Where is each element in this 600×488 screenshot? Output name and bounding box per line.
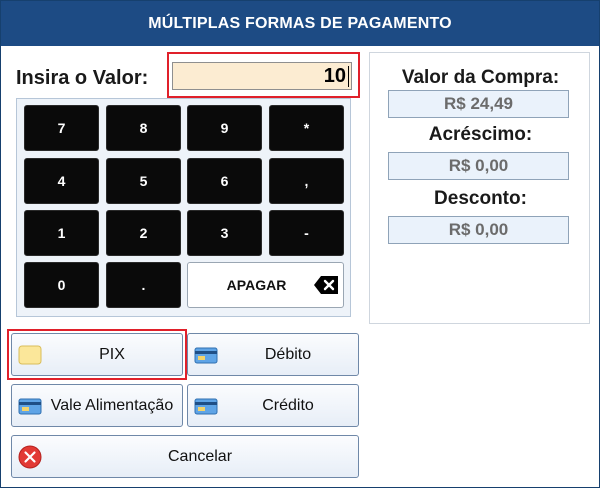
credit-label: Crédito [262, 396, 314, 414]
debit-label: Débito [264, 345, 312, 363]
key-1[interactable]: 1 [24, 210, 99, 256]
key-6[interactable]: 6 [187, 158, 262, 204]
apagar-label: APAGAR [226, 277, 287, 293]
card-icon [194, 347, 218, 363]
discount-label: Desconto: [434, 188, 527, 209]
dialog-title-bar: MÚLTIPLAS FORMAS DE PAGAMENTO [1, 1, 599, 46]
key-8[interactable]: 8 [106, 105, 181, 151]
value-input[interactable] [172, 62, 352, 90]
cancel-icon [18, 445, 42, 468]
dialog-title: MÚLTIPLAS FORMAS DE PAGAMENTO [148, 14, 452, 32]
card-icon [18, 398, 42, 414]
pix-label: PIX [99, 345, 125, 363]
purchase-value-label: Valor da Compra: [401, 67, 560, 88]
key-9[interactable]: 9 [187, 105, 262, 151]
key-3[interactable]: 3 [187, 210, 262, 256]
value-input-label: Insira o Valor: [16, 67, 149, 89]
debit-button[interactable]: Débito [187, 333, 359, 376]
key-minus[interactable]: - [269, 210, 344, 256]
key-comma[interactable]: , [269, 158, 344, 204]
cancel-label: Cancelar [167, 447, 233, 465]
cancel-button[interactable]: Cancelar [11, 435, 359, 478]
key-0[interactable]: 0 [24, 262, 99, 308]
meal-voucher-label: Vale Alimentação [50, 396, 174, 414]
pix-button[interactable]: PIX [11, 333, 183, 376]
key-asterisk[interactable]: * [269, 105, 344, 151]
backspace-icon [314, 276, 338, 294]
key-2[interactable]: 2 [106, 210, 181, 256]
key-5[interactable]: 5 [106, 158, 181, 204]
surcharge-label: Acréscimo: [428, 124, 533, 145]
discount-value: R$ 0,00 [388, 216, 569, 244]
purchase-value: R$ 24,49 [388, 90, 569, 118]
pix-icon [18, 345, 42, 364]
surcharge-value: R$ 0,00 [388, 152, 569, 180]
payment-dialog: MÚLTIPLAS FORMAS DE PAGAMENTO Insira o V… [0, 0, 600, 488]
credit-button[interactable]: Crédito [187, 384, 359, 427]
text-caret [348, 66, 349, 87]
apagar-button[interactable]: APAGAR [187, 262, 344, 308]
card-icon [194, 398, 218, 414]
key-7[interactable]: 7 [24, 105, 99, 151]
meal-voucher-button[interactable]: Vale Alimentação [11, 384, 183, 427]
purchase-summary-panel: Valor da Compra: R$ 24,49 Acréscimo: R$ … [369, 52, 590, 324]
key-dot[interactable]: . [106, 262, 181, 308]
key-4[interactable]: 4 [24, 158, 99, 204]
